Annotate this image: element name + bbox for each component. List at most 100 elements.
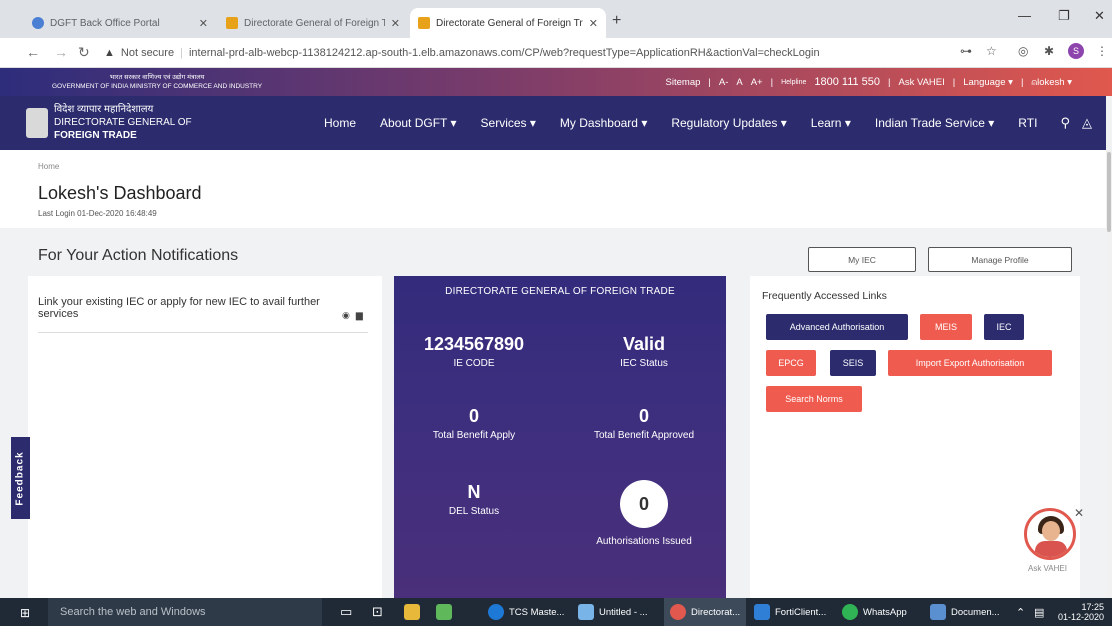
taskbar-item-whatsapp[interactable]: WhatsApp [842, 598, 907, 626]
link-iec[interactable]: IEC [984, 314, 1024, 340]
nav-label: Services [480, 116, 527, 130]
reload-icon[interactable]: ↻ [78, 44, 90, 61]
notification-icon[interactable]: ▤ [1034, 598, 1044, 626]
app-icon[interactable] [436, 598, 452, 626]
nav-label: About DGFT [380, 116, 448, 130]
tray-chevron-icon[interactable]: ⌃ [1016, 598, 1025, 626]
menu-dots-icon[interactable]: ⋮ [1096, 44, 1108, 58]
del-status-value: N [467, 482, 481, 502]
nav-rti[interactable]: RTI [1018, 116, 1037, 130]
trash-icon[interactable]: ▆ [356, 310, 363, 321]
link-advanced-authorisation[interactable]: Advanced Authorisation [766, 314, 908, 340]
ask-vahei-widget[interactable]: ✕ Ask VAHEI [1020, 506, 1084, 576]
taskbar-item-label: Directorat... [691, 606, 741, 618]
taskbar-item-untitled[interactable]: Untitled - ... [578, 598, 648, 626]
avatar-face [1042, 521, 1060, 541]
close-icon[interactable]: ✕ [589, 17, 598, 30]
feedback-tab[interactable]: Feedback [11, 437, 30, 519]
taskbar-item-documents[interactable]: Documen... [930, 598, 1000, 626]
notification-text: Link your existing IEC or apply for new … [38, 296, 320, 320]
browser-tab-1[interactable]: DGFT Back Office Portal ✕ [24, 8, 216, 38]
clock-time: 17:25 [1081, 602, 1104, 612]
language-dropdown[interactable]: Language ▾ [963, 77, 1013, 88]
maximize-icon[interactable]: ❐ [1058, 8, 1070, 24]
link-search-norms[interactable]: Search Norms [766, 386, 862, 412]
separator: | [952, 76, 956, 88]
scrollbar-thumb[interactable] [1107, 152, 1111, 232]
ie-code-stat: 1234567890 IE CODE [414, 334, 534, 369]
taskbar-search-input[interactable]: Search the web and Windows [48, 598, 322, 626]
nav-services[interactable]: Services ▾ [481, 116, 536, 130]
ie-code-label: IE CODE [453, 358, 495, 369]
taskbar-item-forticlient[interactable]: FortiClient... [754, 598, 826, 626]
sitemap-link[interactable]: Sitemap [666, 77, 701, 88]
minimize-icon[interactable]: — [1018, 8, 1031, 23]
nav-label: Indian Trade Service [874, 116, 985, 130]
nav-my-dashboard[interactable]: My Dashboard ▾ [560, 116, 647, 130]
gov-english: GOVERNMENT OF INDIA MINISTRY OF COMMERCE… [52, 83, 263, 90]
caret-down-icon: ▾ [988, 116, 995, 130]
dgft-card-title: DIRECTORATE GENERAL OF FOREIGN TRADE [445, 286, 675, 297]
vahei-avatar[interactable] [1024, 508, 1076, 560]
close-icon[interactable]: ✕ [1074, 506, 1084, 520]
search-icon[interactable]: ⚲ [1060, 115, 1070, 131]
key-icon[interactable]: ⊶ [960, 44, 972, 58]
new-tab-icon[interactable]: + [612, 12, 621, 30]
brand-line2: FOREIGN TRADE [54, 130, 137, 141]
taskbar-item-label: TCS Maste... [509, 606, 565, 618]
task-view-icon[interactable]: ▭ [340, 598, 352, 626]
bookmark-star-icon[interactable]: ☆ [986, 44, 997, 58]
page-content: Home Lokesh's Dashboard Last Login 01-De… [0, 150, 1106, 598]
nav-about-dgft[interactable]: About DGFT ▾ [380, 116, 457, 130]
total-benefit-approved-label: Total Benefit Approved [593, 430, 695, 441]
manage-profile-button[interactable]: Manage Profile [928, 247, 1072, 272]
ask-vahei-link[interactable]: Ask VAHEI [898, 77, 944, 88]
nav-home[interactable]: Home [324, 116, 356, 130]
extension-icon[interactable]: ◎ [1018, 44, 1028, 58]
user-menu[interactable]: ⍝lokesh ▾ [1031, 77, 1072, 88]
page-scrollbar[interactable] [1106, 150, 1112, 598]
separator: | [180, 47, 183, 59]
taskbar-item-label: Untitled - ... [599, 606, 648, 618]
browser-tab-2[interactable]: Directorate General of Foreign Tr ✕ [218, 8, 408, 38]
notification-card: Link your existing IEC or apply for new … [28, 276, 382, 598]
close-icon[interactable]: ✕ [199, 17, 208, 30]
link-seis[interactable]: SEIS [830, 350, 876, 376]
ask-vahei-label: Ask VAHEI [1028, 564, 1067, 573]
clock[interactable]: 17:25 01-12-2020 [1058, 602, 1104, 622]
eye-icon[interactable]: ◉ [342, 310, 350, 321]
file-explorer-icon[interactable] [404, 598, 420, 626]
profile-avatar[interactable]: S [1068, 43, 1084, 59]
browser-tab-3[interactable]: Directorate General of Foreign Tr ✕ [410, 8, 606, 38]
font-increase-button[interactable]: A+ [751, 77, 763, 88]
close-icon[interactable]: ✕ [391, 17, 400, 30]
breadcrumb[interactable]: Home [38, 162, 59, 171]
font-decrease-button[interactable]: A- [719, 77, 729, 88]
nav-label: Regulatory Updates [671, 116, 778, 130]
nav-indian-trade-service[interactable]: Indian Trade Service ▾ [875, 116, 994, 130]
feedback-label: Feedback [15, 450, 27, 506]
taskbar-item-directorat[interactable]: Directorat... [664, 598, 747, 626]
link-epcg[interactable]: EPCG [766, 350, 816, 376]
font-normal-button[interactable]: A [736, 77, 742, 88]
link-meis[interactable]: MEIS [920, 314, 972, 340]
forward-icon[interactable]: → [54, 44, 68, 60]
nav-regulatory-updates[interactable]: Regulatory Updates ▾ [671, 116, 786, 130]
puzzle-icon[interactable]: ✱ [1044, 44, 1054, 58]
my-iec-button[interactable]: My IEC [808, 247, 916, 272]
taskbar-item-tcs[interactable]: TCS Maste... [488, 598, 564, 626]
bell-icon[interactable]: ◬ [1082, 115, 1092, 131]
back-icon[interactable]: ← [26, 44, 40, 60]
nav-label: Learn [810, 116, 842, 130]
tab-title: DGFT Back Office Portal [50, 17, 160, 29]
section-title: For Your Action Notifications [38, 247, 239, 264]
window-close-icon[interactable]: ✕ [1094, 8, 1105, 24]
nav-learn[interactable]: Learn ▾ [811, 116, 851, 130]
brand-logo[interactable]: विदेश व्यापार महानिदेशालय DIRECTORATE GE… [54, 103, 192, 142]
url-field[interactable]: ▲ Not secure | internal-prd-alb-webcp-11… [104, 42, 944, 64]
store-icon[interactable]: ⊡ [372, 598, 383, 626]
windows-start-icon[interactable]: ⊞ [20, 606, 30, 620]
dgft-favicon-icon [226, 17, 238, 29]
helpline-label: Helpline [781, 78, 807, 86]
link-import-export-authorisation[interactable]: Import Export Authorisation [888, 350, 1052, 376]
